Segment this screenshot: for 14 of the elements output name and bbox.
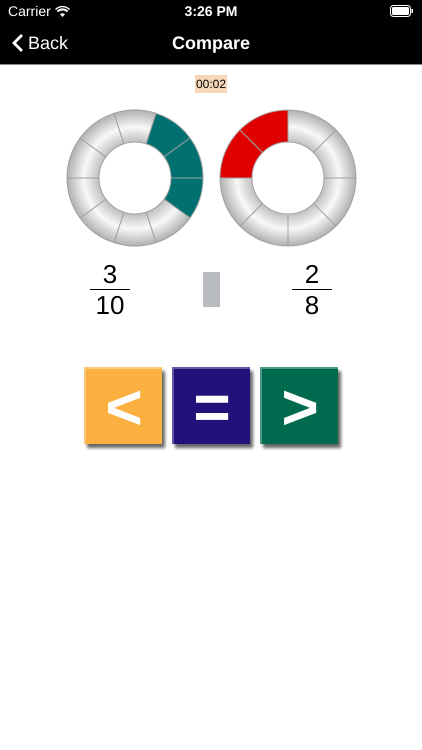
back-button[interactable]: Back (0, 30, 68, 56)
denominator: 8 (304, 291, 320, 319)
numerator: 2 (304, 260, 320, 288)
chevron-left-icon (12, 33, 24, 53)
timer: 00:02 (194, 75, 228, 93)
denominator: 10 (96, 291, 124, 319)
compare-button[interactable]: > (260, 367, 338, 444)
battery-icon (390, 5, 414, 17)
numerator: 3 (102, 260, 118, 288)
compare-button[interactable]: = (172, 367, 250, 444)
screen-title: Compare (172, 32, 250, 55)
wifi-icon (54, 6, 70, 16)
clock: 3:26 PM (184, 2, 238, 20)
carrier-label: Carrier (8, 2, 51, 20)
